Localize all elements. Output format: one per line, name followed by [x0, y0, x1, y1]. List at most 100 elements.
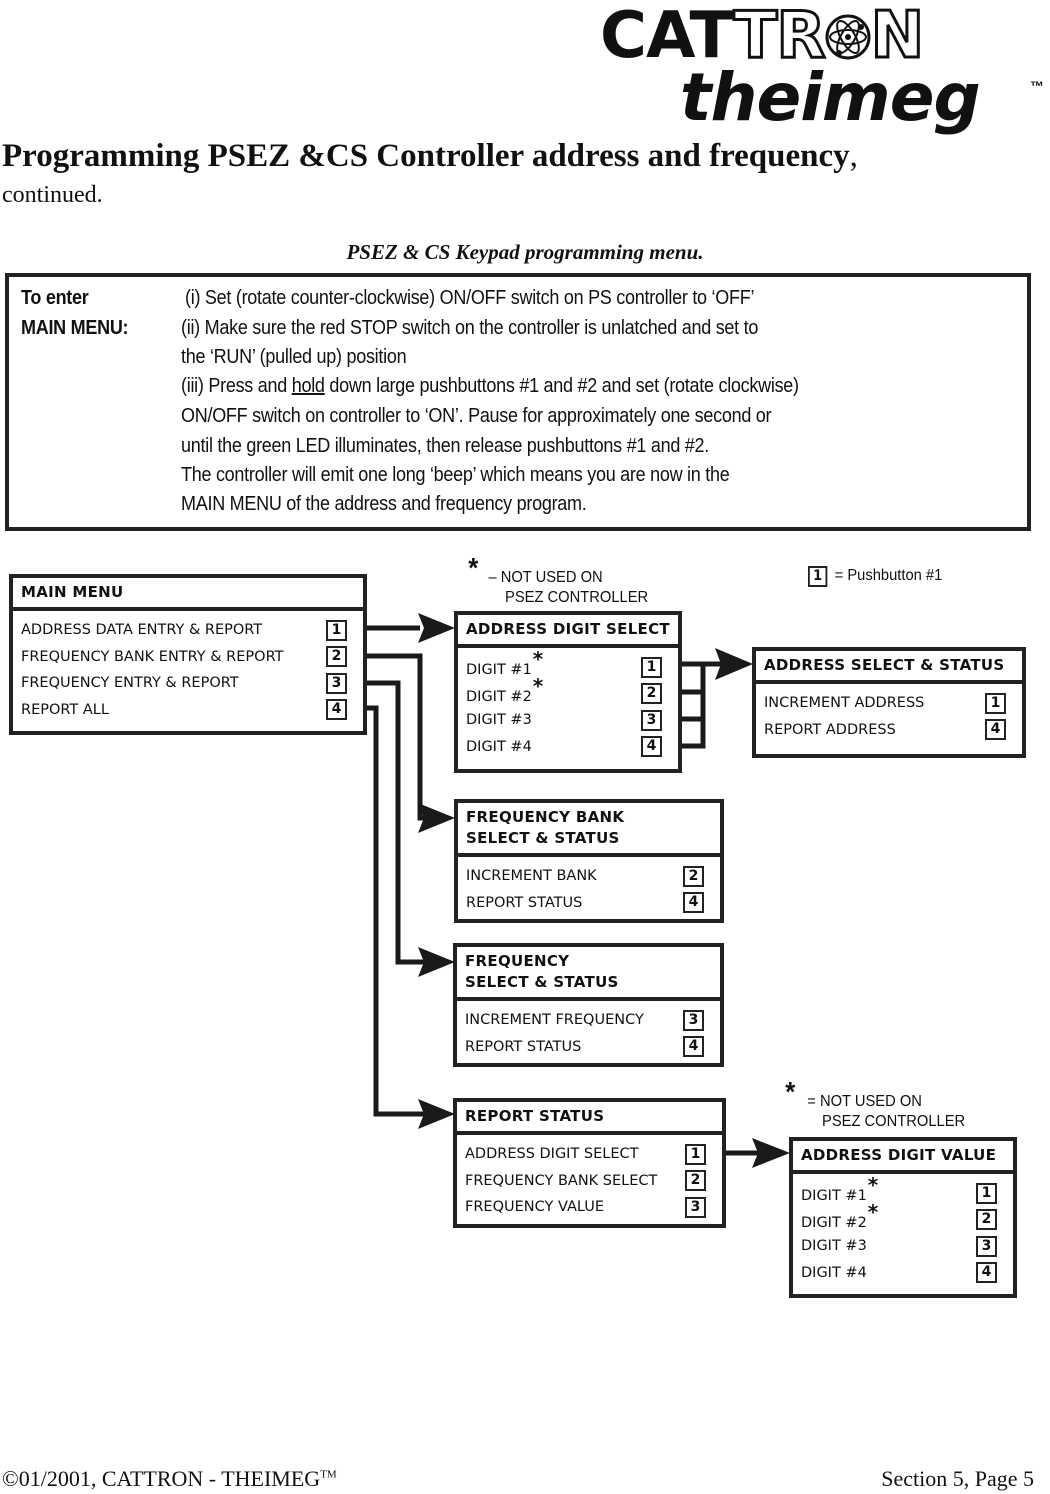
pushbutton-key[interactable]: 3 — [683, 1009, 704, 1031]
star-icon: * — [867, 1173, 879, 1198]
pushbutton-key[interactable]: 1 — [976, 1182, 997, 1204]
menu-item-label: ADDRESS DIGIT SELECT — [465, 1146, 639, 1163]
menu-item[interactable]: INCREMENT ADDRESS 1 — [764, 690, 1014, 717]
menu-item-label: FREQUENCY BANK ENTRY & REPORT — [21, 648, 284, 665]
title-line2: SELECT & STATUS — [465, 973, 619, 991]
menu-item[interactable]: DIGIT #2* 2 — [801, 1200, 1005, 1234]
menu-item[interactable]: REPORT STATUS 4 — [466, 890, 712, 917]
menu-item[interactable]: DIGIT #1* 1 — [801, 1173, 1005, 1207]
frequency-title: FREQUENCY SELECT & STATUS — [457, 947, 720, 1001]
pushbutton-key[interactable]: 3 — [976, 1235, 997, 1257]
main-menu-title: MAIN MENU — [13, 578, 363, 611]
menu-item[interactable]: REPORT ALL 4 — [21, 697, 355, 724]
menu-item-label: REPORT ALL — [21, 701, 109, 718]
pushbutton-key[interactable]: 2 — [683, 865, 704, 887]
menu-item[interactable]: DIGIT #2* 2 — [466, 674, 670, 708]
star-icon: * — [785, 1076, 796, 1107]
address-select-status-box: ADDRESS SELECT & STATUS INCREMENT ADDRES… — [752, 647, 1026, 758]
report-status-box: REPORT STATUS ADDRESS DIGIT SELECT 1 FREQ… — [453, 1098, 726, 1228]
menu-item[interactable]: ADDRESS DATA ENTRY & REPORT 1 — [21, 617, 355, 644]
legend-note-line1: – NOT USED ON — [488, 569, 603, 586]
menu-item[interactable]: INCREMENT FREQUENCY 3 — [465, 1007, 712, 1034]
menu-item[interactable]: FREQUENCY BANK SELECT 2 — [465, 1168, 714, 1195]
title-line1: FREQUENCY BANK — [466, 808, 625, 826]
menu-item-label: REPORT STATUS — [465, 1038, 582, 1055]
copyright-text: ©01/2001, CATTRON - THEIMEG — [2, 1466, 321, 1491]
address-digit-value-box: ADDRESS DIGIT VALUE DIGIT #1* 1 DIGIT #2*… — [789, 1137, 1017, 1298]
menu-item-label: DIGIT #4 — [466, 738, 532, 755]
pushbutton-key[interactable]: 2 — [685, 1170, 706, 1192]
pushbutton-key[interactable]: 1 — [641, 656, 662, 678]
pushbutton-key[interactable]: 1 — [685, 1143, 706, 1165]
trademark-symbol: TM — [320, 1468, 337, 1481]
star-icon: * — [532, 647, 544, 672]
menu-item-label: FREQUENCY BANK SELECT — [465, 1172, 658, 1189]
star-icon: * — [468, 552, 479, 583]
menu-item[interactable]: FREQUENCY BANK ENTRY & REPORT 2 — [21, 644, 355, 671]
star-icon: * — [867, 1199, 879, 1224]
menu-item-label: DIGIT #1 — [801, 1188, 867, 1205]
pushbutton-key[interactable]: 1 — [985, 692, 1006, 714]
menu-item-label: INCREMENT BANK — [466, 868, 597, 885]
legend-pushbutton-text: = Pushbutton #1 — [834, 567, 943, 584]
pushbutton-key[interactable]: 2 — [976, 1209, 997, 1231]
pushbutton-key[interactable]: 1 — [326, 619, 347, 641]
footer-copyright: ©01/2001, CATTRON - THEIMEGTM — [2, 1466, 337, 1492]
menu-item-label: DIGIT #4 — [801, 1264, 867, 1281]
menu-item-label: DIGIT #3 — [466, 712, 532, 729]
main-menu-box: MAIN MENU ADDRESS DATA ENTRY & REPORT 1 F… — [9, 574, 367, 735]
title-line2: SELECT & STATUS — [466, 829, 620, 847]
frequency-bank-title: FREQUENCY BANK SELECT & STATUS — [458, 803, 720, 857]
menu-item-label: REPORT STATUS — [466, 894, 583, 911]
menu-item[interactable]: FREQUENCY VALUE 3 — [465, 1194, 714, 1221]
legend-not-used-top: * – NOT USED ON PSEZ CONTROLLER — [468, 554, 648, 608]
address-select-status-title: ADDRESS SELECT & STATUS — [756, 651, 1022, 684]
pushbutton-key[interactable]: 3 — [326, 672, 347, 694]
menu-item-label: DIGIT #3 — [801, 1238, 867, 1255]
star-icon: * — [532, 673, 544, 698]
pushbutton-key[interactable]: 3 — [641, 709, 662, 731]
menu-item[interactable]: DIGIT #3 3 — [801, 1233, 1005, 1260]
address-digit-select-box: ADDRESS DIGIT SELECT DIGIT #1* 1 DIGIT #2… — [454, 611, 682, 773]
menu-item-label: INCREMENT ADDRESS — [764, 695, 925, 712]
menu-item[interactable]: FREQUENCY ENTRY & REPORT 3 — [21, 670, 355, 697]
pushbutton-key[interactable]: 4 — [326, 699, 347, 721]
menu-item-label: DIGIT #2 — [801, 1214, 867, 1231]
menu-item-label: FREQUENCY ENTRY & REPORT — [21, 675, 239, 692]
legend-pushbutton: 1 = Pushbutton #1 — [808, 566, 942, 587]
pushbutton-key[interactable]: 4 — [683, 1036, 704, 1058]
pushbutton-key[interactable]: 3 — [685, 1196, 706, 1218]
menu-item[interactable]: ADDRESS DIGIT SELECT 1 — [465, 1141, 714, 1168]
legend-not-used-bottom: * = NOT USED ON PSEZ CONTROLLER — [785, 1078, 966, 1132]
title-line1: FREQUENCY — [465, 952, 570, 970]
menu-item-label: DIGIT #1 — [466, 662, 532, 679]
frequency-bank-box: FREQUENCY BANK SELECT & STATUS INCREMENT … — [454, 799, 724, 923]
report-status-title: REPORT STATUS — [457, 1102, 722, 1135]
address-digit-select-title: ADDRESS DIGIT SELECT — [458, 615, 678, 648]
legend-note-line2: PSEZ CONTROLLER — [822, 1113, 966, 1130]
menu-item-label: FREQUENCY VALUE — [465, 1199, 604, 1216]
menu-item[interactable]: DIGIT #1* 1 — [466, 647, 670, 681]
pushbutton-1-key: 1 — [808, 566, 828, 587]
frequency-box: FREQUENCY SELECT & STATUS INCREMENT FREQU… — [453, 943, 724, 1067]
pushbutton-key[interactable]: 4 — [985, 719, 1006, 741]
pushbutton-key[interactable]: 2 — [326, 646, 347, 668]
arrow-to-address-digit-select — [418, 613, 455, 643]
menu-item[interactable]: REPORT ADDRESS 4 — [764, 717, 1014, 744]
footer-page-number: Section 5, Page 5 — [881, 1466, 1034, 1491]
pushbutton-key[interactable]: 4 — [683, 892, 704, 914]
address-digit-value-title: ADDRESS DIGIT VALUE — [793, 1141, 1013, 1174]
pushbutton-key[interactable]: 2 — [641, 683, 662, 705]
pushbutton-key[interactable]: 4 — [641, 736, 662, 758]
menu-item[interactable]: DIGIT #4 4 — [801, 1260, 1005, 1287]
legend-note-line1: = NOT USED ON — [807, 1093, 922, 1110]
menu-item[interactable]: REPORT STATUS 4 — [465, 1034, 712, 1061]
menu-item[interactable]: INCREMENT BANK 2 — [466, 863, 712, 890]
menu-item-label: INCREMENT FREQUENCY — [465, 1012, 644, 1029]
menu-item-label: ADDRESS DATA ENTRY & REPORT — [21, 622, 263, 639]
pushbutton-key[interactable]: 4 — [976, 1262, 997, 1284]
menu-item[interactable]: DIGIT #4 4 — [466, 734, 670, 761]
menu-item-label: DIGIT #2 — [466, 688, 532, 705]
menu-item[interactable]: DIGIT #3 3 — [466, 707, 670, 734]
menu-item-label: REPORT ADDRESS — [764, 721, 896, 738]
